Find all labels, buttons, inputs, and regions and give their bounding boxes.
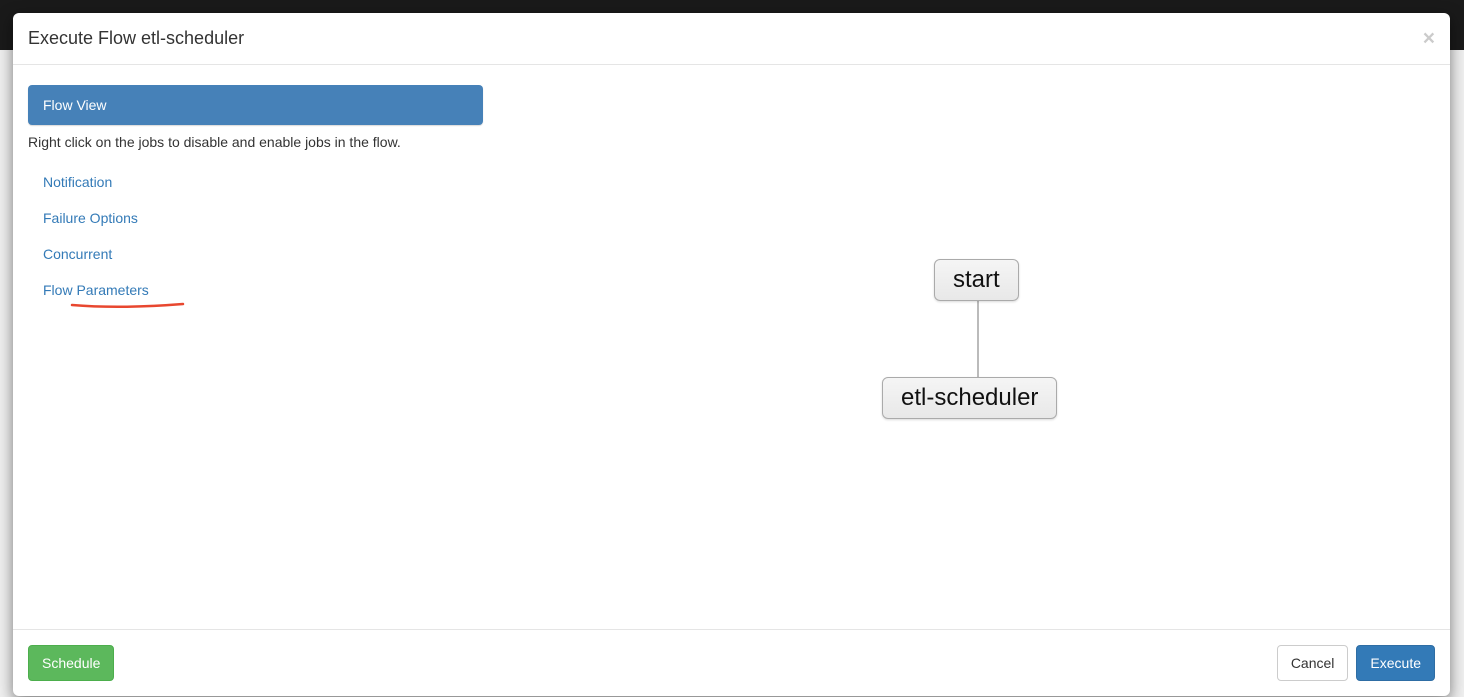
flow-view-help-text: Right click on the jobs to disable and e… — [28, 134, 483, 150]
execute-flow-modal: Execute Flow etl-scheduler × Flow View R… — [13, 13, 1450, 696]
tab-notification[interactable]: Notification — [28, 164, 483, 200]
graph-edge — [977, 301, 979, 377]
modal-footer: Schedule Cancel Execute — [13, 629, 1450, 696]
schedule-button[interactable]: Schedule — [28, 645, 114, 681]
close-icon[interactable]: × — [1423, 28, 1435, 49]
tab-flow-view[interactable]: Flow View — [28, 85, 483, 125]
modal-title: Execute Flow etl-scheduler — [28, 28, 244, 49]
tab-concurrent[interactable]: Concurrent — [28, 236, 483, 272]
graph-node-etl-scheduler[interactable]: etl-scheduler — [882, 377, 1057, 419]
execute-button[interactable]: Execute — [1356, 645, 1435, 681]
modal-header: Execute Flow etl-scheduler × — [13, 13, 1450, 65]
side-panel: Flow View Right click on the jobs to dis… — [28, 85, 483, 614]
tab-flow-parameters[interactable]: Flow Parameters — [28, 272, 483, 308]
tab-failure-options[interactable]: Failure Options — [28, 200, 483, 236]
tab-flow-parameters-label: Flow Parameters — [43, 282, 149, 298]
modal-body: Flow View Right click on the jobs to dis… — [13, 65, 1450, 629]
flow-graph-canvas[interactable]: start etl-scheduler — [483, 85, 1435, 614]
annotation-underline — [70, 302, 185, 312]
cancel-button[interactable]: Cancel — [1277, 645, 1349, 681]
graph-node-start[interactable]: start — [934, 259, 1019, 301]
